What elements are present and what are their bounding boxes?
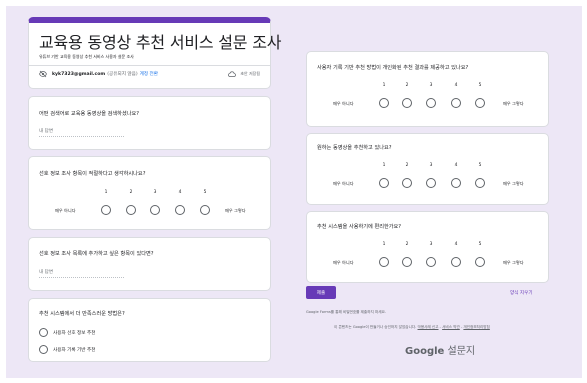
scale-radio-3[interactable]	[150, 205, 160, 215]
scale-number: 5	[203, 190, 207, 195]
question-title: 선호 정보 조사 목록에 추가하고 싶은 항목이 있다면?	[39, 251, 154, 257]
scale-number: 4	[178, 190, 182, 195]
question-card-personalized: 사용자 기록 기반 추천 방법이 개인화된 추천 결과를 제공하고 있나요? 1…	[306, 51, 549, 127]
choice-option[interactable]: 사용자 기록 기반 추천	[39, 345, 95, 354]
scale-high-label: 매우 그렇다	[225, 207, 246, 213]
scale-number: 3	[429, 163, 433, 168]
scale-number: 1	[382, 163, 386, 168]
scale-low-label: 매우 아니다	[55, 207, 76, 213]
scale-number: 3	[153, 190, 157, 195]
answer-input[interactable]: 내 답변	[39, 128, 124, 137]
form-title: 교육용 동영상 추천 서비스 설문 조사	[39, 33, 282, 52]
account-email: kyk7323@gmail.com	[52, 71, 106, 77]
scale-number: 4	[454, 83, 458, 88]
scale-number: 2	[405, 83, 409, 88]
scale-radio-4[interactable]	[175, 205, 185, 215]
scale-low-label: 매우 아니다	[333, 180, 354, 186]
scale-radio-1[interactable]	[379, 98, 389, 108]
scale-radio-1[interactable]	[379, 257, 389, 267]
scale-number: 2	[405, 163, 409, 168]
scale-number: 5	[478, 163, 482, 168]
scale-number: 2	[405, 242, 409, 247]
submit-button[interactable]: 제출	[306, 286, 336, 299]
question-card-convenience: 추천 시스템을 사용하기에 편리한가요? 1 2 3 4 5 매우 아니다 매우…	[306, 211, 549, 283]
scale-low-label: 매우 아니다	[333, 100, 354, 106]
question-title: 추천 시스템에서 더 만족스러운 방법은?	[39, 311, 125, 317]
linear-scale: 1 2 3 4 5 매우 아니다 매우 그렇다	[307, 242, 548, 268]
google-forms-logo[interactable]: Google 설문지	[405, 342, 475, 357]
scale-number: 4	[454, 163, 458, 168]
scale-radio-5[interactable]	[475, 257, 485, 267]
scale-high-label: 매우 그렇다	[503, 180, 524, 186]
footer-disclaimer-row: 이 콘텐츠는 Google이 만들거나 승인하지 않았습니다. 악용사례 신고 …	[334, 325, 490, 329]
question-title: 추천 시스템을 사용하기에 편리한가요?	[317, 224, 402, 230]
question-card-search-term: 어떤 검색어로 교육용 동영상을 검색하셨나요? 내 답변	[28, 96, 271, 150]
form-header-card: 교육용 동영상 추천 서비스 설문 조사 유튜브 기반 교육용 동영상 추천 서…	[28, 17, 281, 89]
draft-status: 초안 저장됨	[228, 71, 260, 77]
scale-high-label: 매우 그렇다	[503, 100, 524, 106]
choice-label: 사용자 기록 기반 추천	[53, 347, 96, 353]
form-description: 유튜브 기반 교육용 동영상 추천 서비스 사용자 설문 조사	[39, 54, 134, 59]
clear-form-link[interactable]: 양식 지우기	[510, 290, 533, 296]
question-title: 사용자 기록 기반 추천 방법이 개인화된 추천 결과를 제공하고 있나요?	[317, 65, 469, 71]
scale-number: 1	[104, 190, 108, 195]
answer-input[interactable]: 내 답변	[39, 269, 124, 278]
scale-low-label: 매우 아니다	[333, 259, 354, 265]
choice-label: 사용자 선호 정보 추천	[53, 330, 96, 336]
scale-radio-2[interactable]	[402, 257, 412, 267]
scale-radio-2[interactable]	[402, 98, 412, 108]
scale-number: 3	[429, 83, 433, 88]
scale-radio-3[interactable]	[426, 257, 436, 267]
scale-radio-4[interactable]	[451, 98, 461, 108]
question-card-preference-items: 선호 정보 조사 항목이 적절하다고 생각하시나요? 1 2 3 4 5 매우 …	[28, 156, 271, 230]
scale-radio-3[interactable]	[426, 98, 436, 108]
brand-google: Google	[405, 346, 445, 357]
scale-number: 5	[478, 83, 482, 88]
scale-number: 5	[478, 242, 482, 247]
choice-radio[interactable]	[39, 345, 48, 354]
privacy-link[interactable]: 개인정보처리방침	[463, 325, 489, 329]
linear-scale: 1 2 3 4 5 매우 아니다 매우 그렇다	[307, 163, 548, 189]
question-title: 선호 정보 조사 항목이 적절하다고 생각하시나요?	[39, 171, 146, 177]
scale-radio-2[interactable]	[126, 205, 136, 215]
choice-radio[interactable]	[39, 328, 48, 337]
scale-radio-2[interactable]	[402, 178, 412, 188]
scale-radio-4[interactable]	[451, 178, 461, 188]
scale-radio-1[interactable]	[379, 178, 389, 188]
question-title: 어떤 검색어로 교육용 동영상을 검색하셨나요?	[39, 111, 140, 117]
scale-radio-5[interactable]	[475, 178, 485, 188]
account-row: kyk7323@gmail.com (공유되지 않음) 계정 전환 초안 저장됨	[39, 69, 260, 79]
scale-radio-4[interactable]	[451, 257, 461, 267]
question-card-add-item: 선호 정보 조사 목록에 추가하고 싶은 항목이 있다면? 내 답변	[28, 237, 271, 291]
scale-number: 3	[429, 242, 433, 247]
scale-number: 4	[454, 242, 458, 247]
brand-forms: 설문지	[447, 346, 476, 357]
header-divider	[29, 65, 270, 66]
scale-radio-3[interactable]	[426, 178, 436, 188]
scale-high-label: 매우 그렇다	[503, 259, 524, 265]
scale-radio-5[interactable]	[200, 205, 210, 215]
disclaimer-text: 이 콘텐츠는 Google이 만들거나 승인하지 않았습니다.	[334, 325, 417, 329]
scale-number: 2	[129, 190, 133, 195]
switch-account-link[interactable]: 계정 전환	[140, 71, 158, 77]
question-card-preferred-method: 추천 시스템에서 더 만족스러운 방법은? 사용자 선호 정보 추천 사용자 기…	[28, 298, 271, 362]
draft-saved-label: 초안 저장됨	[240, 71, 260, 76]
question-card-recommend-wanted: 원하는 동영상을 추천하고 있나요? 1 2 3 4 5 매우 아니다 매우 그…	[306, 133, 549, 205]
linear-scale: 1 2 3 4 5 매우 아니다 매우 그렇다	[307, 83, 548, 109]
question-title: 원하는 동영상을 추천하고 있나요?	[317, 145, 392, 151]
password-warning: Google Forms를 통해 비밀번호를 제출하지 마세요.	[306, 310, 387, 314]
scale-radio-1[interactable]	[101, 205, 111, 215]
not-shared-icon	[39, 70, 47, 78]
report-abuse-link[interactable]: 악용사례 신고	[418, 325, 439, 329]
scale-number: 1	[382, 242, 386, 247]
linear-scale: 1 2 3 4 5 매우 아니다 매우 그렇다	[29, 190, 270, 216]
scale-radio-5[interactable]	[475, 98, 485, 108]
terms-link[interactable]: 서비스 약관	[442, 325, 460, 329]
account-note: (공유되지 않음)	[107, 72, 138, 77]
scale-number: 1	[382, 83, 386, 88]
cloud-saved-icon	[228, 71, 237, 77]
choice-option[interactable]: 사용자 선호 정보 추천	[39, 328, 95, 337]
